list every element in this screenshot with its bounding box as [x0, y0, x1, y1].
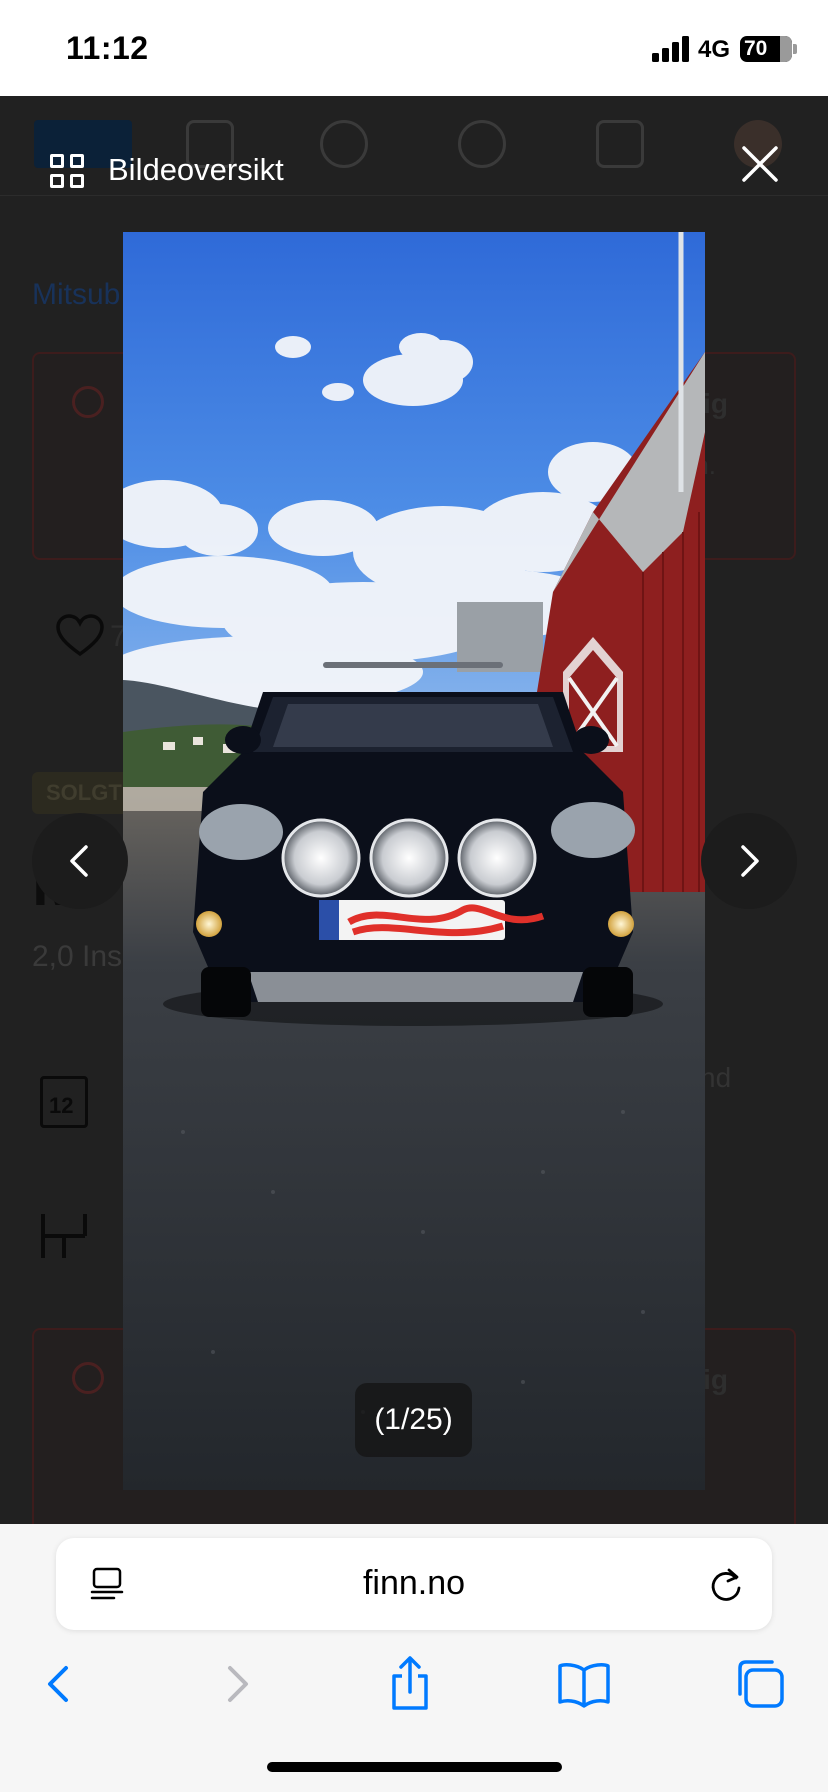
forward-icon[interactable] [206, 1654, 266, 1714]
next-image-button[interactable] [701, 813, 797, 909]
tabs-icon[interactable] [730, 1654, 790, 1714]
calendar-day: 12 [49, 1093, 74, 1118]
home-indicator [267, 1762, 562, 1772]
close-icon[interactable] [738, 142, 782, 186]
alert-icon [72, 386, 104, 418]
bookmarks-icon[interactable] [554, 1654, 614, 1714]
listing-photo [123, 232, 705, 1490]
share-icon[interactable] [380, 1654, 440, 1714]
previous-image-button[interactable] [32, 813, 128, 909]
image-overview-label[interactable]: Bildeoversikt [108, 152, 284, 188]
address-bar[interactable]: finn.no [56, 1538, 772, 1630]
sold-badge: SOLGT [32, 772, 136, 814]
battery-tip [793, 44, 797, 54]
calendar-icon: 12 [40, 1076, 88, 1128]
heart-icon [56, 614, 104, 657]
listing-subtitle: 2,0 Ins [32, 940, 123, 973]
battery-icon: 70 [740, 36, 792, 62]
gearbox-icon [41, 1214, 87, 1258]
breadcrumb-link: Mitsub [32, 278, 121, 311]
browser-toolbar: finn.no [0, 1524, 828, 1792]
url-text: finn.no [362, 1564, 466, 1602]
cellular-signal-icon [652, 36, 689, 62]
status-bar: 11:12 4G 70 [0, 0, 828, 96]
alert-icon [72, 1362, 104, 1394]
car-photo [123, 232, 705, 1490]
reload-icon[interactable] [708, 1564, 744, 1604]
status-time: 11:12 [66, 30, 149, 66]
alert-title: ig [703, 388, 728, 419]
back-icon[interactable] [30, 1654, 90, 1714]
battery-level: 70 [744, 37, 768, 60]
chevron-right-icon [741, 845, 759, 877]
grid-icon[interactable] [50, 154, 84, 188]
network-type: 4G [698, 36, 731, 63]
alert-title-2: ig [703, 1364, 728, 1395]
chevron-left-icon [70, 845, 88, 877]
image-counter: (1/25) [355, 1383, 472, 1457]
